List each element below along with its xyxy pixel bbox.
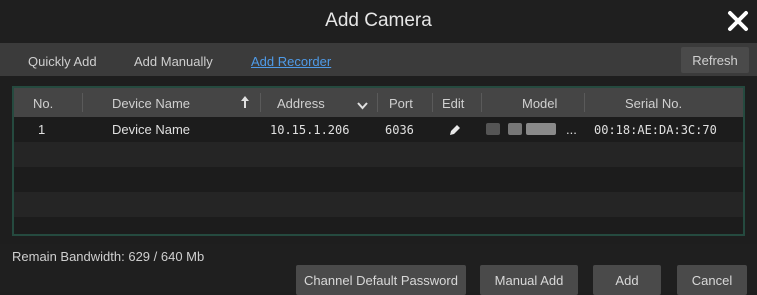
column-divider (377, 93, 378, 112)
table-row[interactable]: 1 Device Name 10.15.1.206 6036 ... 00:18… (14, 117, 743, 142)
dialog-title: Add Camera (325, 10, 432, 31)
manual-add-button[interactable]: Manual Add (480, 265, 578, 295)
cancel-button[interactable]: Cancel (677, 265, 747, 295)
column-header-edit[interactable]: Edit (442, 96, 464, 111)
tab-bar: Quickly Add Add Manually Add Recorder Re… (0, 43, 757, 76)
channel-default-password-button[interactable]: Channel Default Password (296, 265, 466, 295)
add-button[interactable]: Add (593, 265, 661, 295)
row-no: 1 (38, 122, 46, 137)
edit-pencil-icon[interactable] (448, 123, 462, 140)
column-header-port[interactable]: Port (389, 96, 413, 111)
device-table: No. Device Name Address Port Edit Model … (12, 86, 745, 236)
column-header-address[interactable]: Address (277, 96, 325, 111)
close-icon[interactable] (727, 10, 749, 32)
sort-up-arrow-icon[interactable] (240, 95, 250, 112)
tab-quickly-add[interactable]: Quickly Add (28, 54, 97, 69)
row-device-name: Device Name (112, 122, 191, 137)
table-header: No. Device Name Address Port Edit Model … (14, 88, 743, 117)
row-model-ellipsis: ... (566, 122, 577, 137)
row-address: 10.15.1.206 (270, 123, 350, 137)
row-port: 6036 (385, 123, 414, 137)
row-serial: 00:18:AE:DA:3C:70 (594, 123, 717, 137)
column-divider (584, 93, 585, 112)
column-header-model[interactable]: Model (522, 96, 557, 111)
dialog-footer: Remain Bandwidth: 629 / 640 Mb Channel D… (0, 244, 757, 295)
column-header-device-name[interactable]: Device Name (112, 96, 190, 111)
remain-bandwidth-text: Remain Bandwidth: 629 / 640 Mb (12, 249, 205, 264)
column-header-serial[interactable]: Serial No. (625, 96, 682, 111)
refresh-button[interactable]: Refresh (681, 47, 749, 73)
table-row-empty (14, 192, 743, 217)
column-header-no[interactable]: No. (33, 96, 53, 111)
column-divider (260, 93, 261, 112)
dialog-titlebar: Add Camera (0, 0, 757, 43)
column-divider (481, 93, 482, 112)
tab-add-manually[interactable]: Add Manually (134, 54, 213, 69)
table-row-empty (14, 142, 743, 167)
chevron-down-icon[interactable] (357, 98, 368, 113)
table-row-empty (14, 217, 743, 234)
column-divider (82, 93, 83, 112)
tab-add-recorder[interactable]: Add Recorder (251, 54, 331, 69)
table-row-empty (14, 167, 743, 192)
column-divider (432, 93, 433, 112)
